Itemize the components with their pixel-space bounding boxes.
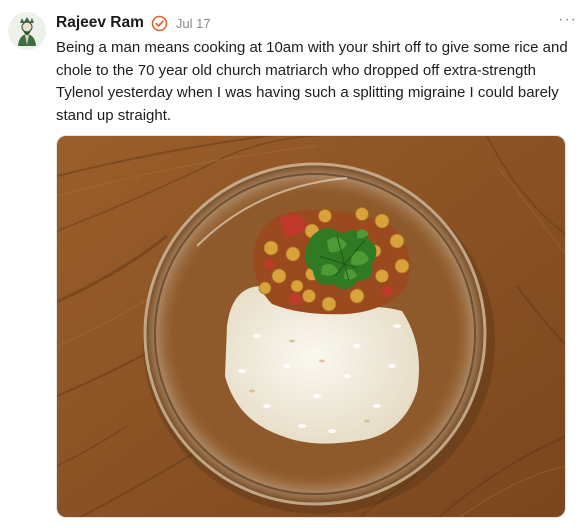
- verified-badge-icon: [151, 15, 168, 32]
- post-image[interactable]: [56, 135, 566, 518]
- author-avatar[interactable]: [8, 12, 46, 50]
- post-header: Rajeev Ram Jul 17: [56, 12, 211, 34]
- food-bowl-photo: [57, 136, 565, 517]
- more-options-icon[interactable]: ···: [558, 12, 577, 28]
- author-name[interactable]: Rajeev Ram: [56, 14, 144, 32]
- avatar-illustration-icon: [8, 12, 46, 50]
- post-body-text: Being a man means cooking at 10am with y…: [56, 39, 568, 124]
- post-date[interactable]: Jul 17: [176, 16, 211, 31]
- post-card: Rajeev Ram Jul 17 ··· Being a man means …: [0, 0, 587, 528]
